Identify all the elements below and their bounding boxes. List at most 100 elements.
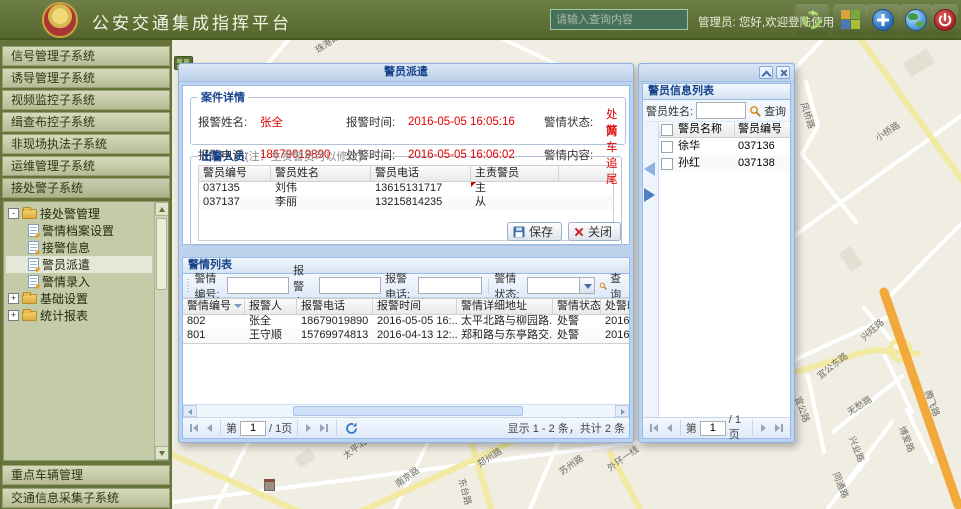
transfer-arrows <box>643 122 658 417</box>
officer-row[interactable]: 037137 李丽 13215814235 从 <box>199 196 613 210</box>
add-icon[interactable] <box>866 4 900 35</box>
officer-search-button[interactable]: 查询 <box>749 103 786 119</box>
page-label: 第 <box>686 420 697 436</box>
page-label: 第 <box>226 420 237 436</box>
expand-node-icon[interactable] <box>8 310 19 321</box>
officer-window-titlebar[interactable] <box>639 64 794 82</box>
scrollbar-thumb[interactable] <box>293 406 523 416</box>
scroll-up-icon[interactable] <box>155 202 169 216</box>
first-page-button[interactable] <box>647 423 661 433</box>
prev-page-button[interactable] <box>204 423 215 433</box>
close-window-icon[interactable] <box>776 66 790 79</box>
column-header[interactable]: 警员姓名 <box>271 166 371 181</box>
officer-list-row[interactable]: 徐华 037136 <box>659 138 790 155</box>
sidebar-item-offsite[interactable]: 非现场执法子系统 <box>2 134 170 154</box>
tree-scrollbar[interactable] <box>154 202 168 460</box>
application-window: 珠港路 凤桥路 小桥路 兴旺路 宜公东路 宜公路 无愁路 兴业路 同通路 腾飞路… <box>0 0 961 509</box>
alarm-code-filter-input[interactable] <box>227 277 289 294</box>
row-checkbox[interactable] <box>661 158 673 170</box>
app-title: 公安交通集成指挥平台 <box>92 9 292 34</box>
sidebar-item-signal[interactable]: 信号管理子系统 <box>2 46 170 66</box>
expand-node-icon[interactable] <box>8 293 19 304</box>
apps-grid-icon[interactable] <box>833 4 867 35</box>
first-page-button[interactable] <box>187 423 201 433</box>
status-filter-select[interactable] <box>527 277 595 294</box>
alarm-row[interactable]: 802 张全 18679019890 2016-05-05 16:... 太平北… <box>183 315 629 329</box>
folder-icon <box>22 294 37 304</box>
grid-empty-area <box>183 344 629 404</box>
tree-node-basic-settings[interactable]: 基础设置 <box>6 290 152 307</box>
prev-page-button[interactable] <box>664 423 675 433</box>
tree-node-officer-dispatch[interactable]: 警员派遣 <box>6 256 152 273</box>
logout-power-icon[interactable] <box>932 4 958 35</box>
row-checkbox[interactable] <box>661 141 673 153</box>
chevron-down-icon[interactable] <box>579 277 595 294</box>
officer-name-label: 警员姓名: <box>646 103 693 119</box>
toolbar-grip <box>187 279 189 293</box>
main-officer-cell[interactable]: 主 <box>471 182 559 196</box>
last-page-button[interactable] <box>772 423 786 433</box>
alarm-row[interactable]: 801 王守顺 15769974813 2016-04-13 12:... 郑和… <box>183 329 629 343</box>
tree-node-dispatch-mgmt[interactable]: 接处警管理 <box>6 205 152 222</box>
police-badge-logo: ★ <box>42 2 78 38</box>
folder-icon <box>22 209 37 219</box>
next-page-button[interactable] <box>303 423 314 433</box>
column-header[interactable]: 处警时间 <box>601 299 629 314</box>
status-filter-value[interactable] <box>527 277 579 294</box>
dispatch-window-title[interactable]: 警员派遣 <box>179 64 633 82</box>
last-page-button[interactable] <box>317 423 331 433</box>
sidebar-item-guidance[interactable]: 诱导管理子系统 <box>2 68 170 88</box>
recycle-icon[interactable] <box>795 4 829 35</box>
column-header[interactable]: 警员编号 <box>199 166 271 181</box>
tree-node-alarm-entry[interactable]: 警情录入 <box>6 273 152 290</box>
alarm-search-button[interactable]: 查询 <box>599 270 625 302</box>
close-button[interactable]: 关闭 <box>568 222 621 241</box>
column-header-sorted[interactable]: 警情编号 <box>183 299 245 314</box>
column-header[interactable]: 主责警员 <box>471 166 559 181</box>
sidebar-item-traffic-collection[interactable]: 交通信息采集子系统 <box>2 488 170 508</box>
column-header[interactable]: 报警人 <box>245 299 297 314</box>
caller-filter-input[interactable] <box>319 277 381 294</box>
move-left-arrow-icon[interactable] <box>644 162 655 176</box>
column-header[interactable]: 报警电话 <box>297 299 373 314</box>
refresh-button[interactable] <box>342 421 361 436</box>
sidebar-item-dispatch-system[interactable]: 接处警子系统 <box>2 178 170 198</box>
global-search-input[interactable] <box>550 9 688 30</box>
move-right-arrow-icon[interactable] <box>644 188 655 202</box>
scroll-down-icon[interactable] <box>155 446 169 460</box>
sidebar-item-video[interactable]: 视频监控子系统 <box>2 90 170 110</box>
page-number-input[interactable] <box>240 421 266 436</box>
collapse-window-icon[interactable] <box>759 66 773 79</box>
officer-row[interactable]: 037135 刘伟 13615131717 主 <box>199 182 613 196</box>
next-page-button[interactable] <box>758 423 769 433</box>
main-officer-cell[interactable]: 从 <box>471 196 559 210</box>
scrollbar-thumb[interactable] <box>156 218 167 290</box>
save-button[interactable]: 保存 <box>507 222 562 241</box>
select-all-checkbox[interactable] <box>661 124 673 136</box>
sidebar-item-key-vehicles[interactable]: 重点车辆管理 <box>2 465 170 485</box>
column-header[interactable]: 警情状态 <box>553 299 601 314</box>
scroll-right-icon[interactable] <box>615 405 629 417</box>
sidebar-item-maintenance[interactable]: 运维管理子系统 <box>2 156 170 176</box>
officer-name-input[interactable] <box>696 102 746 119</box>
handle-time-value: 2016-05-05 16:06:02 <box>408 149 542 161</box>
officer-list-row[interactable]: 孙红 037138 <box>659 155 790 172</box>
column-header[interactable]: 报警时间 <box>373 299 457 314</box>
column-header[interactable]: 警情详细地址 <box>457 299 553 314</box>
page-number-input[interactable] <box>700 421 726 436</box>
column-header[interactable]: 警员编号 <box>735 122 790 138</box>
tree-node-alarm-info[interactable]: 接警信息 <box>6 239 152 256</box>
phone-filter-input[interactable] <box>418 277 482 294</box>
horizontal-scrollbar[interactable] <box>183 404 629 417</box>
scroll-left-icon[interactable] <box>183 405 197 417</box>
sidebar-item-investigation[interactable]: 缉查布控子系统 <box>2 112 170 132</box>
page-icon <box>28 224 39 237</box>
globe-icon[interactable] <box>899 4 933 35</box>
column-header[interactable]: 警员电话 <box>371 166 471 181</box>
dispatch-officers-legend: 出警人员(注：主责警员可以修改) <box>198 148 365 164</box>
tree-node-alarm-archive[interactable]: 警情档案设置 <box>6 222 152 239</box>
page-count-label: / 1页 <box>269 420 292 436</box>
column-header[interactable]: 警员名称 <box>675 122 735 138</box>
collapse-node-icon[interactable] <box>8 208 19 219</box>
tree-node-statistics[interactable]: 统计报表 <box>6 307 152 324</box>
